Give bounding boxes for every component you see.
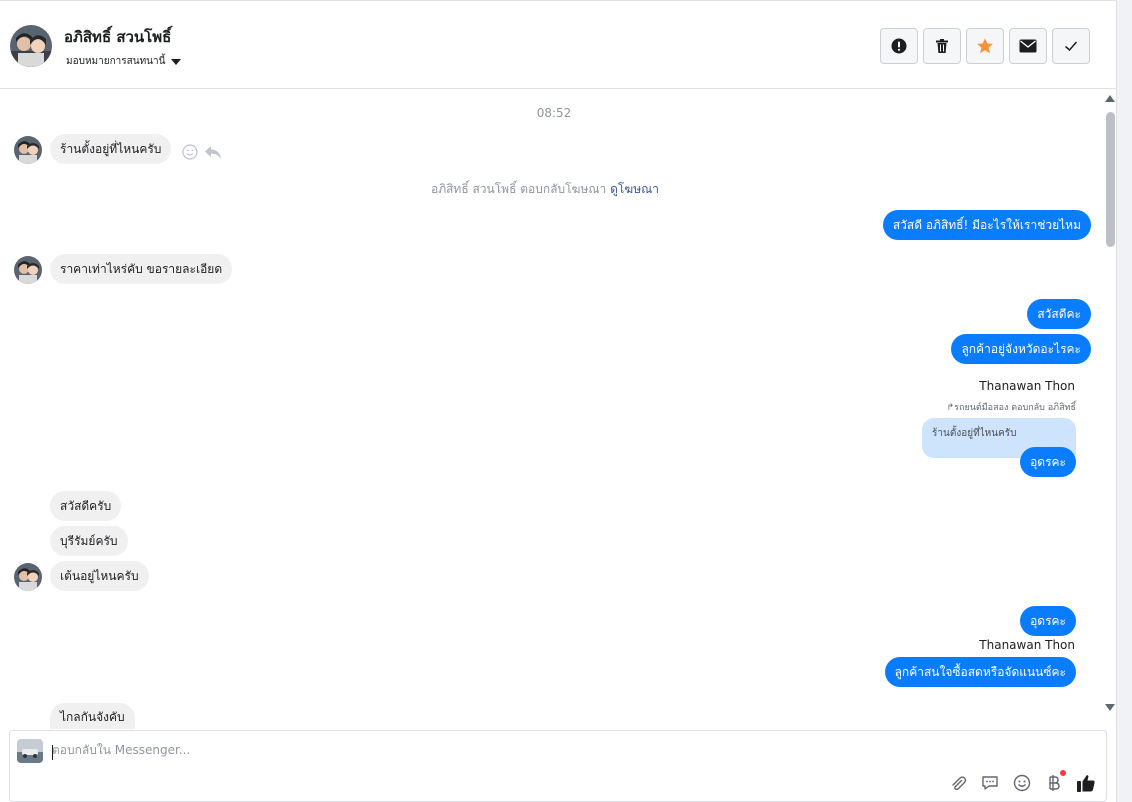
outgoing-message: อุดรคะ	[1020, 447, 1076, 477]
message-actions	[182, 144, 222, 160]
emoji-icon	[1013, 774, 1031, 792]
baht-icon	[1049, 775, 1060, 791]
contact-avatar[interactable]	[10, 25, 52, 67]
trash-icon	[936, 39, 948, 53]
caret-down-icon	[171, 58, 182, 65]
thumbs-up-icon	[1077, 775, 1095, 792]
emoji-reaction-icon[interactable]	[182, 144, 198, 160]
star-icon	[977, 38, 993, 54]
assign-label: มอบหมายการสนทนานี้	[66, 56, 166, 67]
send-like-button[interactable]	[1076, 773, 1096, 793]
incoming-message: บุรีรัมย์ครับ	[50, 526, 128, 556]
sender-name: Thanawan Thon	[979, 379, 1075, 393]
sender-avatar[interactable]	[14, 256, 42, 284]
mark-unread-button[interactable]	[1009, 28, 1047, 64]
view-ad-link[interactable]: ดูโฆษณา	[610, 182, 659, 196]
reply-icon[interactable]	[204, 144, 222, 160]
scrollbar-thumb[interactable]	[1106, 112, 1115, 247]
outgoing-message: สวัสดี อภิสิทธิ์! มีอะไรให้เราช่วยไหม	[882, 210, 1091, 240]
sender-avatar[interactable]	[14, 563, 42, 591]
payment-button[interactable]	[1044, 770, 1066, 793]
incoming-message: ราคาเท่าไหร่คับ ขอรายละเอียด	[50, 254, 233, 284]
outgoing-message: อุดรคะ	[1020, 606, 1076, 636]
incoming-message: ร้านตั้งอยู่ที่ไหนครับ	[50, 134, 172, 164]
incoming-message: ไกลกันจังคับ	[50, 703, 135, 729]
composer-tools	[948, 770, 1096, 793]
ad-reply-text: อภิสิทธิ์ สวนโพธิ์ ตอบกลับโฆษณา	[430, 182, 607, 196]
star-button[interactable]	[966, 28, 1004, 64]
emoji-button[interactable]	[1012, 773, 1032, 793]
incoming-message: เต้นอยู่ไหนครับ	[50, 561, 149, 591]
thread-header: อภิสิทธิ์ สวนโพธิ์ มอบหมายการสนทนานี้	[0, 0, 1116, 89]
incoming-message: สวัสดีครับ	[50, 491, 122, 521]
assign-conversation-dropdown[interactable]: มอบหมายการสนทนานี้	[66, 54, 182, 69]
outgoing-message: ลูกค้าอยู่จังหวัดอะไรคะ	[951, 334, 1091, 364]
chat-bubble-icon	[982, 776, 998, 790]
paperclip-icon	[952, 776, 967, 791]
sender-name: Thanawan Thon	[979, 638, 1075, 652]
checkmark-icon	[1065, 41, 1078, 52]
reply-context: ↱รถยนต์มือสอง ตอบกลับ อภิสิทธิ์	[946, 403, 1076, 413]
ad-reply-notice: อภิสิทธิ์ สวนโพธิ์ ตอบกลับโฆษณา ดูโฆษณา	[0, 180, 1090, 199]
outgoing-message: ลูกค้าสนใจซื้อสดหรือจัดแนนซ์คะ	[884, 657, 1076, 687]
notification-dot	[1060, 770, 1066, 776]
contact-name: อภิสิทธิ์ สวนโพธิ์	[64, 28, 172, 46]
header-actions	[880, 28, 1090, 64]
message-timestamp: 08:52	[536, 106, 572, 120]
mark-spam-button[interactable]	[880, 28, 918, 64]
page-avatar	[17, 739, 43, 763]
messenger-inbox-thread: อภิสิทธิ์ สวนโพธิ์ มอบหมายการสนทนานี้ 08…	[0, 0, 1132, 802]
sender-avatar[interactable]	[14, 136, 42, 164]
envelope-icon	[1019, 39, 1037, 53]
saved-replies-button[interactable]	[980, 773, 1000, 793]
message-composer	[9, 730, 1107, 802]
scroll-up-arrow-icon[interactable]	[1105, 95, 1115, 102]
alert-icon	[891, 38, 907, 54]
attach-file-button[interactable]	[948, 773, 968, 793]
scroll-down-arrow-icon[interactable]	[1105, 704, 1115, 711]
window-edge	[1116, 0, 1132, 802]
reply-input[interactable]	[52, 743, 952, 757]
mark-done-button[interactable]	[1052, 28, 1090, 64]
delete-button[interactable]	[923, 28, 961, 64]
outgoing-message: สวัสดีคะ	[1027, 299, 1091, 329]
